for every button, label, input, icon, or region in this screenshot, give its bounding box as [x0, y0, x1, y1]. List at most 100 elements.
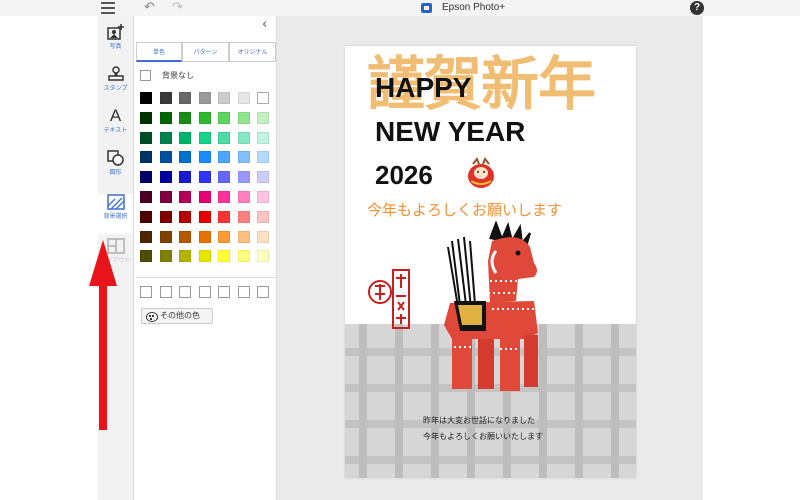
- color-swatch[interactable]: [218, 230, 230, 243]
- help-icon[interactable]: ?: [690, 1, 704, 15]
- tab-solid[interactable]: 単色: [136, 42, 182, 62]
- color-swatch[interactable]: [257, 131, 269, 144]
- color-swatch[interactable]: [257, 210, 269, 223]
- custom-color-slot[interactable]: [257, 286, 269, 298]
- rail-item-stamp[interactable]: スタンプ: [98, 66, 133, 106]
- color-swatch[interactable]: [237, 151, 250, 164]
- color-swatch[interactable]: [159, 250, 172, 263]
- chevron-left-icon[interactable]: ‹: [262, 18, 267, 32]
- no-background-swatch[interactable]: [140, 70, 151, 81]
- custom-color-slot[interactable]: [179, 286, 191, 298]
- custom-color-slot[interactable]: [237, 286, 250, 298]
- custom-color-slot[interactable]: [159, 286, 172, 298]
- custom-color-slot[interactable]: [140, 286, 152, 298]
- color-swatch[interactable]: [257, 250, 269, 263]
- rail-item-text[interactable]: A テキスト: [98, 107, 133, 148]
- color-swatch[interactable]: [237, 171, 250, 184]
- color-swatch[interactable]: [140, 210, 152, 223]
- color-swatch[interactable]: [159, 131, 172, 144]
- color-swatch[interactable]: [179, 191, 191, 203]
- color-swatch[interactable]: [218, 250, 230, 263]
- color-swatch[interactable]: [218, 131, 230, 144]
- color-swatch[interactable]: [237, 111, 250, 124]
- title-bar: ↶ ↷ Epson Photo+ ?: [0, 0, 800, 16]
- color-swatch[interactable]: [179, 111, 191, 124]
- color-swatch[interactable]: [179, 92, 191, 104]
- color-swatch[interactable]: [198, 230, 211, 243]
- color-swatch[interactable]: [159, 92, 172, 104]
- happy-text[interactable]: HAPPY: [375, 72, 471, 104]
- undo-icon[interactable]: ↶: [144, 1, 155, 15]
- rail-item-photo[interactable]: 写真: [98, 24, 133, 64]
- color-swatch[interactable]: [140, 171, 152, 184]
- color-swatch[interactable]: [218, 92, 230, 104]
- more-colors-button[interactable]: その他の色: [141, 308, 213, 324]
- color-swatch[interactable]: [237, 92, 250, 104]
- color-swatch[interactable]: [159, 111, 172, 124]
- color-swatch[interactable]: [159, 171, 172, 184]
- color-swatch[interactable]: [179, 151, 191, 164]
- color-swatch[interactable]: [159, 151, 172, 164]
- color-swatch[interactable]: [179, 131, 191, 144]
- new-year-text[interactable]: NEW YEAR: [375, 116, 525, 148]
- color-swatch[interactable]: [198, 111, 211, 124]
- color-swatch[interactable]: [179, 171, 191, 184]
- color-swatch[interactable]: [159, 230, 172, 243]
- color-swatch[interactable]: [140, 131, 152, 144]
- color-swatch[interactable]: [159, 191, 172, 203]
- color-swatch[interactable]: [179, 230, 191, 243]
- custom-color-slot[interactable]: [218, 286, 230, 298]
- color-swatch[interactable]: [257, 92, 269, 104]
- color-swatch[interactable]: [140, 191, 152, 203]
- color-swatch[interactable]: [140, 250, 152, 263]
- color-swatch[interactable]: [198, 151, 211, 164]
- color-swatch[interactable]: [198, 250, 211, 263]
- rail-item-label: テキスト: [103, 127, 128, 134]
- color-swatch[interactable]: [218, 151, 230, 164]
- color-swatch[interactable]: [218, 111, 230, 124]
- year-text[interactable]: 2026: [375, 160, 433, 190]
- red-arrow-annotation: [89, 240, 117, 430]
- rail-item-background[interactable]: 背景選択: [98, 194, 133, 234]
- redo-icon[interactable]: ↷: [172, 1, 183, 15]
- color-swatch[interactable]: [179, 210, 191, 223]
- tab-original[interactable]: オリジナル: [229, 42, 276, 62]
- hamburger-menu-icon[interactable]: [101, 2, 115, 14]
- postcard[interactable]: 謹賀新年 HAPPY NEW YEAR 2026 今年もよろしくお願いします 昨…: [345, 46, 636, 478]
- color-swatch[interactable]: [198, 171, 211, 184]
- color-swatch[interactable]: [237, 131, 250, 144]
- color-swatch[interactable]: [237, 250, 250, 263]
- color-swatch-grid: [140, 92, 271, 272]
- color-swatch[interactable]: [140, 230, 152, 243]
- color-swatch[interactable]: [198, 92, 211, 104]
- color-swatch[interactable]: [198, 210, 211, 223]
- horse-illustration[interactable]: [430, 221, 555, 401]
- color-swatch[interactable]: [257, 151, 269, 164]
- color-swatch[interactable]: [140, 151, 152, 164]
- color-swatch[interactable]: [237, 230, 250, 243]
- color-swatch[interactable]: [237, 210, 250, 223]
- seal-stamp[interactable]: [365, 266, 413, 334]
- color-swatch[interactable]: [257, 171, 269, 184]
- color-swatch[interactable]: [237, 191, 250, 203]
- message-line-2[interactable]: 今年もよろしくお願いいたします: [423, 432, 543, 442]
- rail-item-shape[interactable]: 図形: [98, 150, 133, 190]
- daruma-stamp[interactable]: [465, 156, 497, 190]
- custom-color-slot[interactable]: [198, 286, 211, 298]
- greeting-text[interactable]: 今年もよろしくお願いします: [367, 201, 562, 219]
- color-swatch[interactable]: [179, 250, 191, 263]
- color-swatch[interactable]: [198, 191, 211, 203]
- color-swatch[interactable]: [159, 210, 172, 223]
- color-swatch[interactable]: [140, 111, 152, 124]
- color-swatch[interactable]: [257, 111, 269, 124]
- color-swatch[interactable]: [218, 191, 230, 203]
- color-swatch[interactable]: [257, 230, 269, 243]
- stamp-icon: [107, 66, 125, 82]
- color-swatch[interactable]: [198, 131, 211, 144]
- color-swatch[interactable]: [218, 210, 230, 223]
- color-swatch[interactable]: [218, 171, 230, 184]
- color-swatch[interactable]: [257, 191, 269, 203]
- tab-pattern[interactable]: パターン: [182, 42, 229, 62]
- message-line-1[interactable]: 昨年は大変お世話になりました: [423, 416, 535, 426]
- color-swatch[interactable]: [140, 92, 152, 104]
